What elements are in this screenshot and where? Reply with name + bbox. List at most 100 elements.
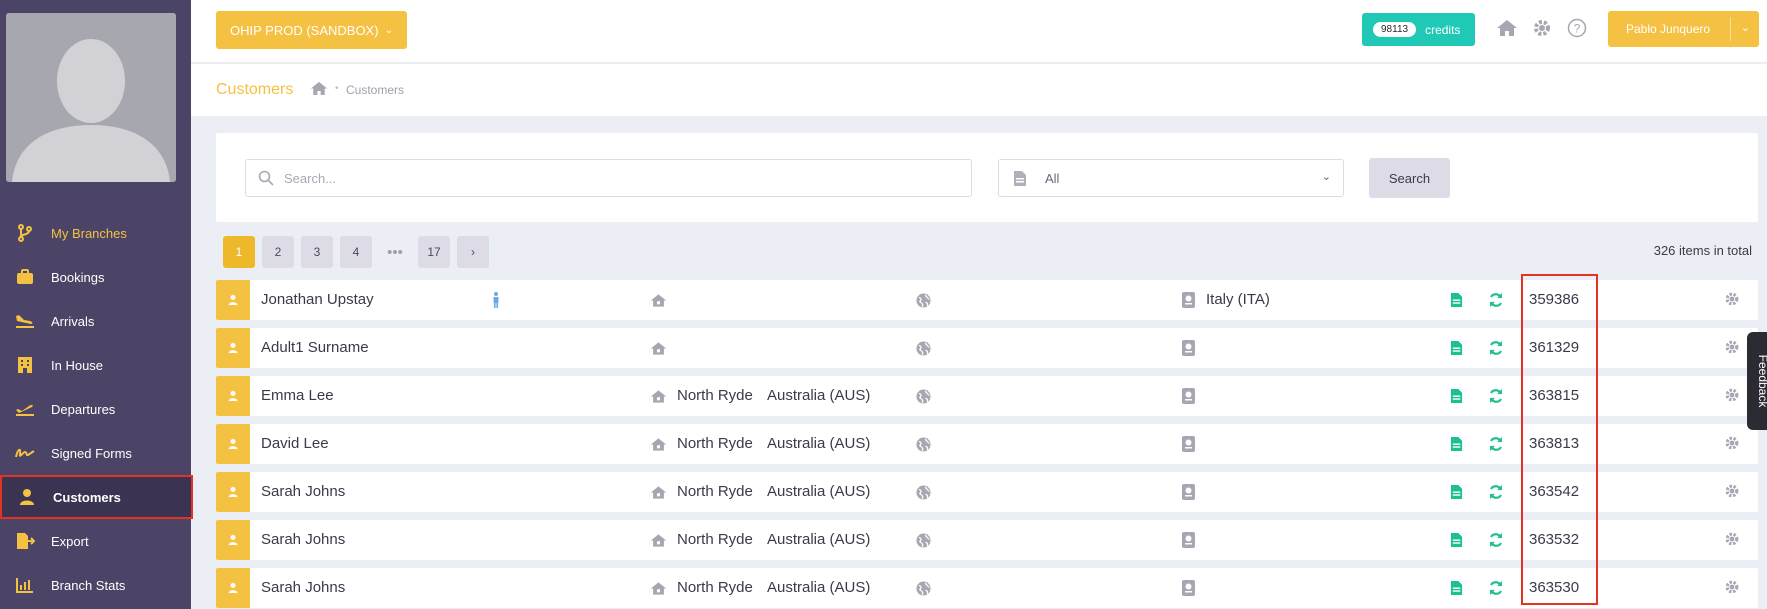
credits-label: credits [1425,22,1461,37]
home-icon [649,339,667,357]
customer-name[interactable]: Sarah Johns [261,579,345,596]
chevron-right-icon: › [471,245,475,259]
gear-icon[interactable] [1724,387,1740,407]
sync-icon[interactable] [1487,483,1505,501]
document-icon[interactable] [1447,435,1465,453]
user-menu-button[interactable]: Pablo Junquero ⌄ [1608,11,1759,47]
sidebar-item-label: Arrivals [51,313,95,329]
home-icon [649,579,667,597]
search-panel: Search... All ⌄ Search [216,133,1758,222]
sidebar-item-export[interactable]: Export [0,519,191,563]
document-icon[interactable] [1447,483,1465,501]
customer-name[interactable]: Jonathan Upstay [261,291,374,308]
sync-icon[interactable] [1487,339,1505,357]
page-button-2[interactable]: 2 [262,236,294,268]
gear-icon[interactable] [1724,483,1740,503]
gear-icon[interactable] [1724,339,1740,359]
svg-text:?: ? [1574,22,1581,36]
sidebar-item-signed-forms[interactable]: Signed Forms [0,431,191,475]
sidebar-item-my-branches[interactable]: My Branches [0,211,191,255]
page-button-1[interactable]: 1 [223,236,255,268]
help-icon[interactable]: ? [1566,17,1588,39]
credits-badge[interactable]: 98113 credits [1362,13,1475,46]
sync-icon[interactable] [1487,291,1505,309]
sync-icon[interactable] [1487,387,1505,405]
gear-icon[interactable] [1531,17,1553,39]
customer-name[interactable]: Emma Lee [261,387,334,404]
sidebar-item-label: Bookings [51,269,105,285]
customer-city: North Ryde [677,435,753,452]
document-icon[interactable] [1447,291,1465,309]
ellipsis-icon: ••• [387,243,403,261]
customer-country: Australia (AUS) [767,531,871,548]
globe-icon [914,483,932,501]
breadcrumb-current: Customers [346,83,405,97]
sync-icon[interactable] [1487,435,1505,453]
home-icon[interactable] [1496,17,1518,39]
search-input[interactable]: Search... [245,159,972,197]
environment-dropdown[interactable]: OHIP PROD (SANDBOX) ⌄ [216,11,407,49]
globe-icon [914,531,932,549]
sidebar-item-arrivals[interactable]: Arrivals [0,299,191,343]
sidebar-item-in-house[interactable]: In House [0,343,191,387]
user-icon [216,520,250,560]
document-icon [1013,170,1027,190]
customer-name[interactable]: Sarah Johns [261,531,345,548]
gear-icon[interactable] [1724,579,1740,599]
page-button-17[interactable]: 17 [418,236,450,268]
home-icon [649,483,667,501]
filter-select[interactable]: All ⌄ [998,159,1344,197]
branch-icon [14,222,36,244]
customer-city: North Ryde [677,483,753,500]
next-page-button[interactable]: › [457,236,489,268]
gear-icon[interactable] [1724,291,1740,311]
breadcrumb-bar: Customers • Customers [191,64,1767,116]
gear-icon[interactable] [1724,435,1740,455]
home-icon [649,531,667,549]
user-icon [216,376,250,416]
search-placeholder: Search... [284,170,337,186]
globe-icon [914,579,932,597]
plane-departure-icon [14,398,36,420]
user-icon [216,424,250,464]
page-button-3[interactable]: 3 [301,236,333,268]
customer-country: Australia (AUS) [767,483,871,500]
customer-city: North Ryde [677,531,753,548]
signature-icon [14,442,36,464]
gear-icon[interactable] [1724,531,1740,551]
sync-icon[interactable] [1487,531,1505,549]
page-button-4[interactable]: 4 [340,236,372,268]
sidebar-item-customers[interactable]: Customers [0,475,193,519]
building-icon [14,354,36,376]
document-icon[interactable] [1447,339,1465,357]
person-icon [487,291,505,309]
chevron-down-icon: ⌄ [1321,171,1331,183]
sidebar-item-bookings[interactable]: Bookings [0,255,191,299]
document-icon[interactable] [1447,531,1465,549]
document-icon[interactable] [1447,579,1465,597]
feedback-tab[interactable]: Feedback [1747,332,1767,430]
home-icon [649,387,667,405]
sidebar-item-label: Departures [51,401,116,417]
customer-city: North Ryde [677,387,753,404]
file-export-icon [14,530,36,552]
sidebar-item-label: Branch Stats [51,577,126,593]
sidebar-item-departures[interactable]: Departures [0,387,191,431]
document-icon[interactable] [1447,387,1465,405]
globe-icon [914,291,932,309]
home-icon[interactable] [310,81,328,97]
customer-name[interactable]: Adult1 Surname [261,339,369,356]
page-title: Customers [216,81,294,98]
customer-name[interactable]: Sarah Johns [261,483,345,500]
customer-country: Australia (AUS) [767,435,871,452]
customer-country: Australia (AUS) [767,387,871,404]
sidebar-item-branch-stats[interactable]: Branch Stats [0,563,191,607]
avatar[interactable] [6,13,176,182]
feedback-label: Feedback [1756,354,1767,408]
sync-icon[interactable] [1487,579,1505,597]
sidebar-item-label: Export [51,533,89,549]
user-icon [216,328,250,368]
sidebar: My Branches Bookings Arrivals In House D… [0,0,193,609]
search-button[interactable]: Search [1369,158,1450,198]
customer-name[interactable]: David Lee [261,435,329,452]
